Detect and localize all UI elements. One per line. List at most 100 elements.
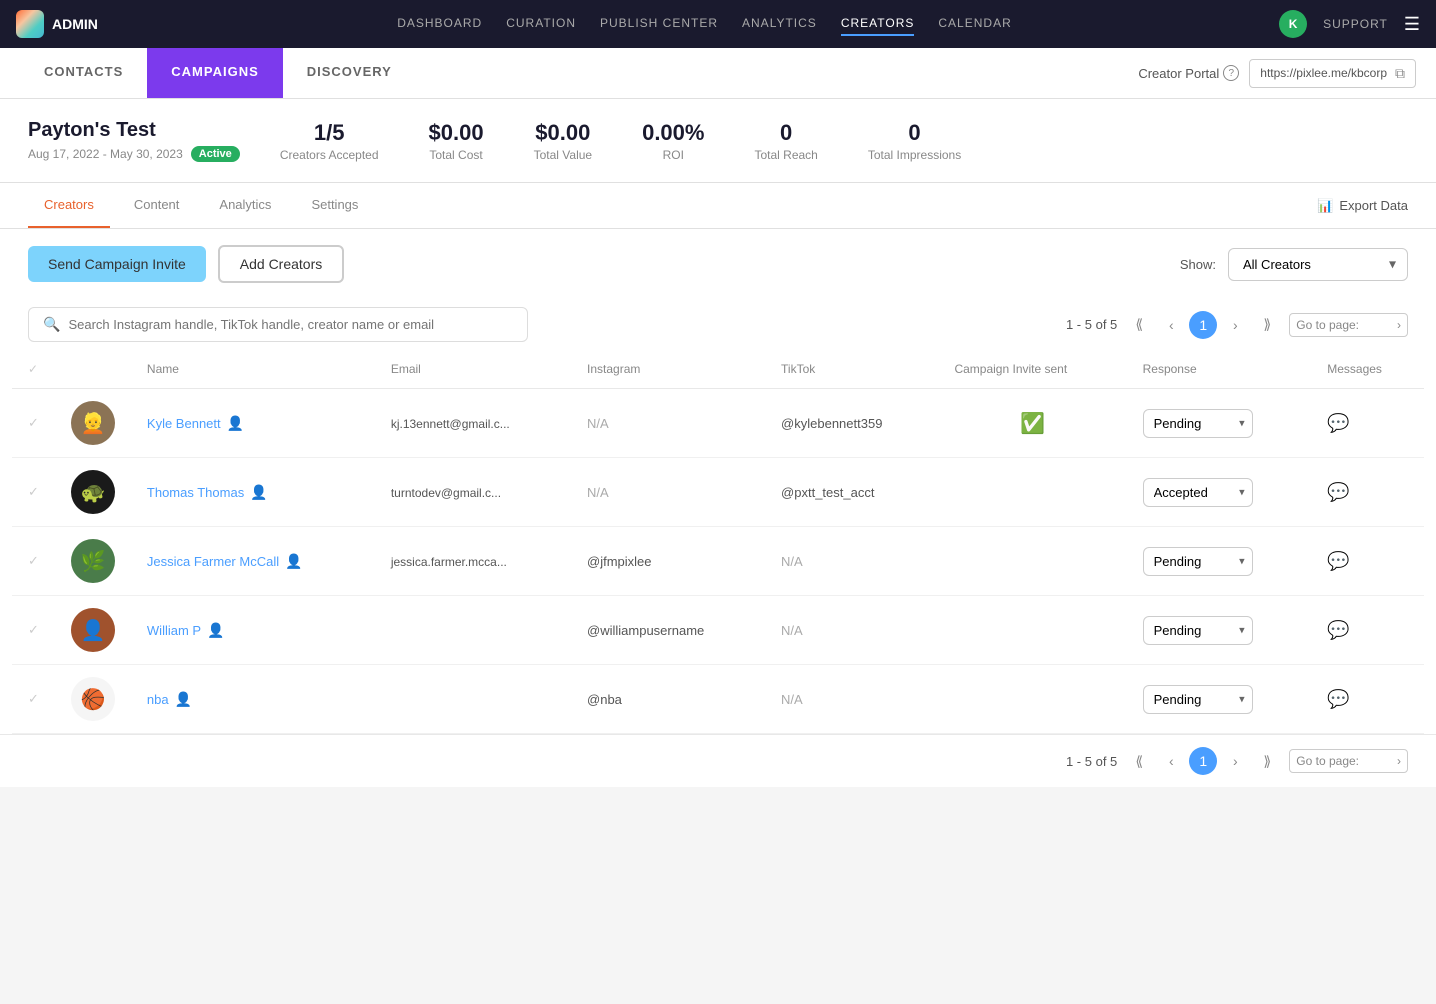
hamburger-icon[interactable]: ☰ (1404, 14, 1420, 35)
next-page-btn-bottom[interactable]: › (1221, 747, 1249, 775)
header-check[interactable]: ✓ (28, 362, 38, 376)
help-icon[interactable]: ? (1223, 65, 1239, 81)
row-messages-thomas: 💬 (1311, 458, 1424, 527)
tab-settings[interactable]: Settings (295, 183, 374, 228)
first-page-btn-top[interactable]: ⟪ (1125, 311, 1153, 339)
last-page-btn-bottom[interactable]: ⟫ (1253, 747, 1281, 775)
message-icon-nba[interactable]: 💬 (1327, 689, 1349, 709)
row-check-kyle[interactable]: ✓ (12, 389, 55, 458)
copy-icon[interactable]: ⧉ (1395, 65, 1405, 82)
avatar[interactable]: K (1279, 10, 1307, 38)
message-icon-thomas[interactable]: 💬 (1327, 482, 1349, 502)
response-dropdown-kyle[interactable]: Pending Accepted Declined (1143, 409, 1253, 438)
row-response-nba: Pending Accepted Declined (1127, 665, 1312, 734)
response-dropdown-william[interactable]: Pending Accepted Declined (1143, 616, 1253, 645)
top-nav: ADMIN DASHBOARD CURATION PUBLISH CENTER … (0, 0, 1436, 48)
nav-items: DASHBOARD CURATION PUBLISH CENTER ANALYT… (130, 12, 1279, 36)
message-icon-kyle[interactable]: 💬 (1327, 413, 1349, 433)
pagination-bottom: 1 - 5 of 5 ⟪ ‹ 1 › ⟫ Go to page: › (0, 734, 1436, 787)
creator-name-link-jessica[interactable]: Jessica Farmer McCall (147, 554, 279, 569)
response-dropdown-jessica[interactable]: Pending Accepted Declined (1143, 547, 1253, 576)
nav-calendar[interactable]: CALENDAR (938, 12, 1011, 36)
response-dropdown-thomas[interactable]: Pending Accepted Declined (1143, 478, 1253, 507)
row-check-william[interactable]: ✓ (12, 596, 55, 665)
profile-icon-kyle[interactable]: 👤 (227, 415, 244, 432)
status-badge: Active (191, 146, 240, 162)
page-range-bottom: 1 - 5 of 5 (1066, 754, 1117, 769)
tab-campaigns[interactable]: CAMPAIGNS (147, 48, 282, 98)
last-page-btn-top[interactable]: ⟫ (1253, 311, 1281, 339)
row-avatar-kyle: 👱 (55, 389, 131, 458)
go-arrow-top[interactable]: › (1397, 318, 1401, 332)
creator-name-link-william[interactable]: William P (147, 623, 201, 638)
nav-analytics[interactable]: ANALYTICS (742, 12, 817, 36)
row-name-nba: nba 👤 (131, 665, 375, 734)
stat-total-cost: $0.00 Total Cost (429, 120, 484, 162)
creator-name-link-thomas[interactable]: Thomas Thomas (147, 485, 244, 500)
table-header-row: ✓ Name Email Instagram TikTok Campaign I… (12, 350, 1424, 389)
row-instagram-thomas: N/A (571, 458, 765, 527)
pagination-top: 1 - 5 of 5 ⟪ ‹ 1 › ⟫ Go to page: › (1066, 311, 1408, 339)
next-page-btn-top[interactable]: › (1221, 311, 1249, 339)
message-icon-jessica[interactable]: 💬 (1327, 551, 1349, 571)
profile-icon-william[interactable]: 👤 (207, 622, 224, 639)
row-messages-jessica: 💬 (1311, 527, 1424, 596)
search-icon: 🔍 (43, 316, 60, 333)
nav-dashboard[interactable]: DASHBOARD (397, 12, 482, 36)
tab-analytics-content[interactable]: Analytics (203, 183, 287, 228)
export-data-button[interactable]: 📊 Export Data (1317, 190, 1408, 222)
row-invite-sent-thomas (938, 458, 1126, 527)
support-button[interactable]: SUPPORT (1323, 17, 1388, 31)
go-arrow-bottom[interactable]: › (1397, 754, 1401, 768)
go-to-input-top[interactable] (1363, 318, 1393, 332)
search-pagination-row: 🔍 1 - 5 of 5 ⟪ ‹ 1 › ⟫ Go to page: › (0, 299, 1436, 350)
creator-name-link-kyle[interactable]: Kyle Bennett (147, 416, 221, 431)
profile-icon-nba[interactable]: 👤 (175, 691, 192, 708)
prev-page-btn-top[interactable]: ‹ (1157, 311, 1185, 339)
col-check: ✓ (12, 350, 55, 389)
row-instagram-jessica: @jfmpixlee (571, 527, 765, 596)
prev-page-btn-bottom[interactable]: ‹ (1157, 747, 1185, 775)
stat-creators-accepted: 1/5 Creators Accepted (280, 120, 379, 162)
row-response-jessica: Pending Accepted Declined (1127, 527, 1312, 596)
tab-discovery[interactable]: DISCOVERY (283, 48, 416, 98)
row-avatar-jessica: 🌿 (55, 527, 131, 596)
row-check-jessica[interactable]: ✓ (12, 527, 55, 596)
profile-icon-thomas[interactable]: 👤 (250, 484, 267, 501)
creator-name-link-nba[interactable]: nba (147, 692, 169, 707)
nav-curation[interactable]: CURATION (506, 12, 576, 36)
tab-content[interactable]: Content (118, 183, 196, 228)
tab-creators-content[interactable]: Creators (28, 183, 110, 228)
avatar-nba: 🏀 (71, 677, 115, 721)
campaign-dates: Aug 17, 2022 - May 30, 2023 Active (28, 146, 240, 162)
tab-contacts[interactable]: CONTACTS (20, 48, 147, 98)
row-messages-kyle: 💬 (1311, 389, 1424, 458)
table-row: ✓ 👤 William P 👤 @williampusername N/A Pe… (12, 596, 1424, 665)
portal-url-box: https://pixlee.me/kbcorp ⧉ (1249, 59, 1416, 88)
page-nav-bottom: ⟪ ‹ 1 › ⟫ (1125, 747, 1281, 775)
row-response-william: Pending Accepted Declined (1127, 596, 1312, 665)
search-input[interactable] (68, 317, 513, 332)
show-dropdown-wrapper: All Creators Accepted Pending Declined (1228, 248, 1408, 281)
send-campaign-invite-button[interactable]: Send Campaign Invite (28, 246, 206, 282)
profile-icon-jessica[interactable]: 👤 (285, 553, 302, 570)
message-icon-william[interactable]: 💬 (1327, 620, 1349, 640)
show-dropdown[interactable]: All Creators Accepted Pending Declined (1228, 248, 1408, 281)
current-page-btn-bottom[interactable]: 1 (1189, 747, 1217, 775)
add-creators-button[interactable]: Add Creators (218, 245, 344, 283)
current-page-btn-top[interactable]: 1 (1189, 311, 1217, 339)
content-tabs: Creators Content Analytics Settings 📊 Ex… (0, 183, 1436, 229)
go-to-input-bottom[interactable] (1363, 754, 1393, 768)
row-check-thomas[interactable]: ✓ (12, 458, 55, 527)
nav-creators[interactable]: CREATORS (841, 12, 915, 36)
first-page-btn-bottom[interactable]: ⟪ (1125, 747, 1153, 775)
go-to-page-bottom: Go to page: › (1289, 749, 1408, 773)
nav-publish[interactable]: PUBLISH CENTER (600, 12, 718, 36)
portal-url: https://pixlee.me/kbcorp (1260, 66, 1387, 80)
nav-right: K SUPPORT ☰ (1279, 10, 1420, 38)
page-range-top: 1 - 5 of 5 (1066, 317, 1117, 332)
row-check-nba[interactable]: ✓ (12, 665, 55, 734)
row-instagram-william: @williampusername (571, 596, 765, 665)
stat-total-value: $0.00 Total Value (534, 120, 592, 162)
response-dropdown-nba[interactable]: Pending Accepted Declined (1143, 685, 1253, 714)
